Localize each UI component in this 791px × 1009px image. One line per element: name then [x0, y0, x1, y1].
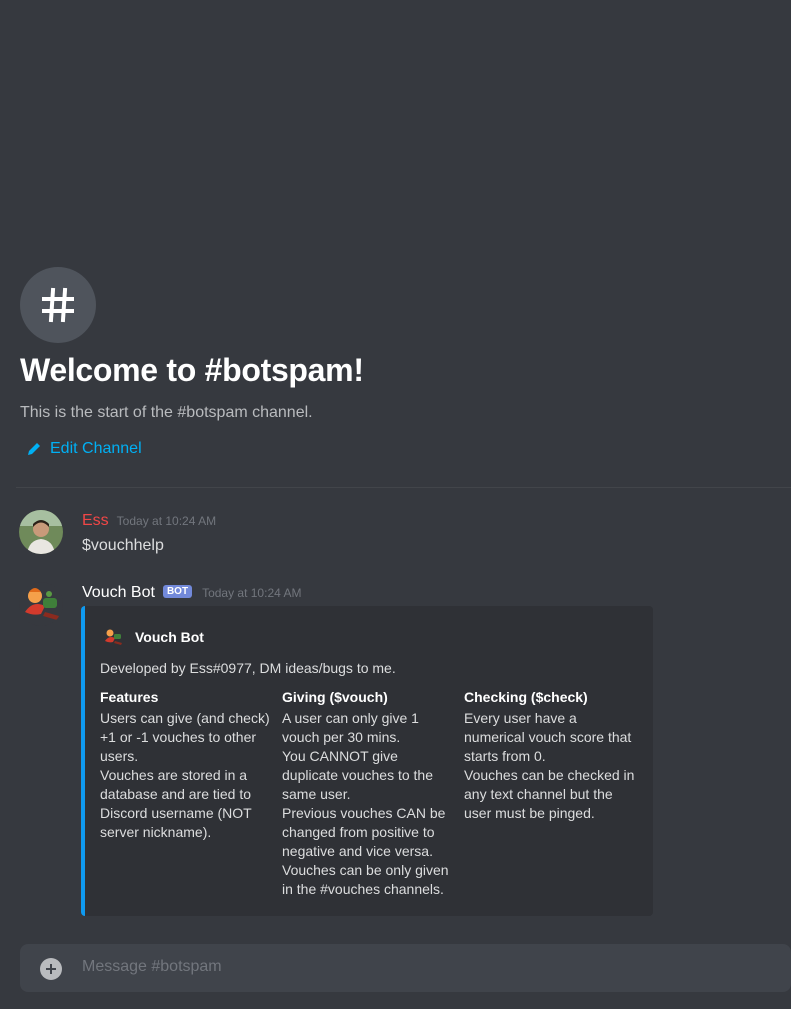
welcome-title: Welcome to #botspam! — [20, 352, 364, 388]
author-name[interactable]: Vouch Bot — [82, 584, 155, 602]
field-line: Discord username (NOT — [100, 805, 252, 821]
field-line: users. — [100, 748, 139, 764]
welcome-subtitle: This is the start of the #botspam channe… — [20, 404, 313, 421]
field-line: same user. — [282, 786, 351, 802]
timestamp: Today at 10:24 AM — [202, 586, 302, 600]
message-content: $vouchhelp — [82, 537, 164, 554]
field-line: You CANNOT give — [282, 748, 398, 764]
divider — [16, 487, 791, 488]
field-line: any text channel but the — [464, 786, 613, 802]
embed-field-features: Features Users can give (and check) +1 o… — [100, 688, 276, 842]
embed-author-name: Vouch Bot — [135, 629, 204, 645]
embed-field-giving: Giving ($vouch) A user can only give 1 v… — [282, 688, 458, 899]
avatar-ess[interactable] — [19, 510, 63, 554]
field-name: Features — [100, 689, 159, 705]
message-composer[interactable]: Message #botspam — [20, 944, 791, 992]
field-value: Every user have a numerical vouch score … — [464, 709, 640, 823]
edit-channel-label: Edit Channel — [50, 440, 142, 457]
field-name: Giving ($vouch) — [282, 689, 388, 705]
embed-field-checking: Checking ($check) Every user have a nume… — [464, 688, 640, 823]
field-name: Checking ($check) — [464, 689, 588, 705]
field-line: numerical vouch score that — [464, 729, 632, 745]
author-name[interactable]: Ess — [82, 512, 109, 530]
field-line: +1 or -1 vouches to other — [100, 729, 257, 745]
field-line: Vouches are stored in a — [100, 767, 248, 783]
field-line: changed from positive to — [282, 824, 435, 840]
avatar-vouch-bot[interactable] — [19, 582, 63, 626]
message-input[interactable]: Message #botspam — [82, 958, 222, 976]
embed-description: Developed by Ess#0977, DM ideas/bugs to … — [100, 660, 396, 676]
attach-button[interactable] — [40, 958, 62, 980]
field-line: in the #vouches channels. — [282, 881, 444, 897]
field-value: A user can only give 1 vouch per 30 mins… — [282, 709, 458, 899]
channel-hash-icon — [20, 267, 96, 343]
edit-channel-button[interactable]: Edit Channel — [26, 440, 142, 458]
pencil-icon — [28, 443, 40, 455]
field-line: vouch per 30 mins. — [282, 729, 401, 745]
embed-author: Vouch Bot — [101, 626, 204, 648]
hash-icon — [42, 287, 74, 323]
field-line: starts from 0. — [464, 748, 546, 764]
plus-circle-icon — [46, 964, 56, 974]
field-line: negative and vice versa. — [282, 843, 433, 859]
field-value: Users can give (and check) +1 or -1 vouc… — [100, 709, 276, 842]
bot-avatar-icon — [105, 629, 122, 645]
field-line: duplicate vouches to the — [282, 767, 433, 783]
chat-area: Welcome to #botspam! This is the start o… — [0, 0, 791, 1009]
field-line: user must be pinged. — [464, 805, 595, 821]
message-header: Vouch Bot BOT Today at 10:24 AM — [82, 584, 301, 602]
field-line: Every user have a — [464, 710, 577, 726]
field-line: server nickname). — [100, 824, 212, 840]
message-header: Ess Today at 10:24 AM — [82, 512, 216, 530]
field-line: Previous vouches CAN be — [282, 805, 446, 821]
bot-tag: BOT — [162, 584, 193, 598]
field-line: Vouches can be only given — [282, 862, 449, 878]
field-line: A user can only give 1 — [282, 710, 419, 726]
embed: Vouch Bot Developed by Ess#0977, DM idea… — [81, 606, 653, 916]
field-line: Users can give (and check) — [100, 710, 270, 726]
field-line: Vouches can be checked in — [464, 767, 635, 783]
timestamp: Today at 10:24 AM — [116, 514, 217, 528]
field-line: database and are tied to — [100, 786, 252, 802]
